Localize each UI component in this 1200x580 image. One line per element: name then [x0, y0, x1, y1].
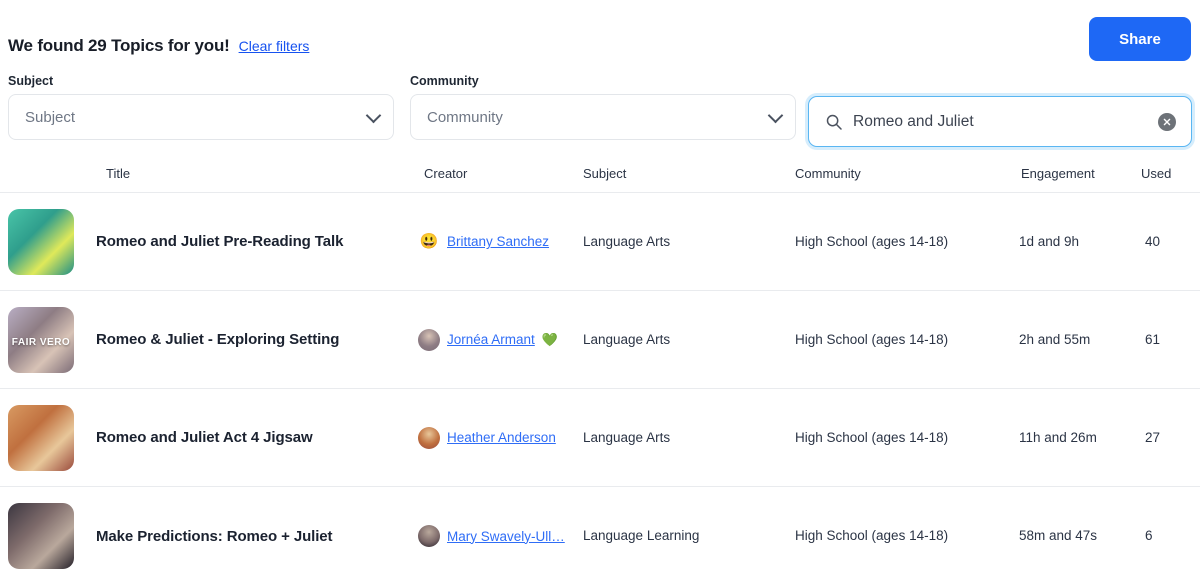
table-row[interactable]: Make Predictions: Romeo + Juliet Mary Swa… [0, 487, 1200, 580]
creator-link[interactable]: Jornéa Armant [447, 332, 535, 347]
avatar [418, 426, 440, 449]
avatar: 😃 [419, 233, 439, 250]
creator-link[interactable]: Brittany Sanchez [447, 234, 549, 249]
column-header-title: Title [106, 166, 131, 181]
topic-title[interactable]: Romeo and Juliet Act 4 Jigsaw [96, 429, 313, 446]
subject-select-value: Subject [25, 108, 76, 126]
avatar [418, 328, 440, 351]
engagement-value: 11h and 26m [1019, 429, 1097, 445]
cell-creator: Mary Swavely-Ull… [418, 525, 583, 547]
clear-filters-link[interactable]: Clear filters [239, 38, 310, 54]
cell-subject: Language Learning [583, 527, 795, 545]
subject-select[interactable]: Subject [8, 94, 394, 140]
engagement-value: 2h and 55m [1019, 331, 1091, 347]
cell-title: Romeo and Juliet Act 4 Jigsaw [8, 404, 418, 471]
page-title: We found 29 Topics for you! [8, 36, 230, 55]
community-value: High School (ages 14-18) [795, 331, 949, 347]
subject-value: Language Learning [583, 528, 700, 543]
cell-engagement: 58m and 47s [1011, 527, 1123, 545]
search-input[interactable]: Romeo and Juliet [808, 96, 1192, 147]
cell-engagement: 2h and 55m [1011, 331, 1123, 349]
cell-community: High School (ages 14-18) [795, 331, 1011, 349]
engagement-value: 1d and 9h [1019, 233, 1080, 249]
cell-title: Romeo and Juliet Pre-Reading Talk [8, 208, 418, 275]
cell-used: 61 [1123, 331, 1183, 349]
cell-community: High School (ages 14-18) [795, 233, 1011, 251]
chevron-down-icon [767, 107, 784, 124]
search-input-value: Romeo and Juliet [853, 112, 974, 130]
subject-value: Language Arts [583, 233, 671, 249]
community-value: High School (ages 14-18) [795, 528, 949, 543]
column-header-used: Used [1141, 166, 1172, 181]
avatar [418, 525, 440, 547]
creator-badge-icon: 💚 [541, 332, 558, 347]
used-value: 61 [1145, 331, 1161, 347]
cell-creator: 😃 Brittany Sanchez [418, 231, 583, 253]
share-button[interactable]: Share [1089, 17, 1191, 61]
cell-used: 27 [1123, 429, 1183, 447]
creator-link[interactable]: Heather Anderson [447, 430, 556, 445]
filters-bar: Subject Subject Community Community Rome… [0, 64, 1200, 147]
cell-engagement: 1d and 9h [1011, 233, 1123, 251]
results-header: We found 29 Topics for you! Clear filter… [8, 36, 309, 56]
cell-subject: Language Arts [583, 331, 795, 349]
cell-community: High School (ages 14-18) [795, 527, 1011, 545]
cell-creator: Jornéa Armant 💚 [418, 328, 583, 351]
cell-subject: Language Arts [583, 429, 795, 447]
subject-filter-label: Subject [8, 74, 54, 88]
cell-engagement: 11h and 26m [1011, 429, 1123, 447]
column-header-engagement: Engagement [1021, 166, 1095, 181]
topic-thumbnail[interactable]: FAIR VERO [8, 306, 74, 373]
search-field: Romeo and Juliet [808, 96, 1192, 147]
cell-creator: Heather Anderson [418, 426, 583, 449]
table-row[interactable]: FAIR VERO Romeo & Juliet - Exploring Sett… [0, 291, 1200, 389]
used-value: 27 [1145, 429, 1161, 445]
table-body: Romeo and Juliet Pre-Reading Talk 😃 Britta… [0, 193, 1200, 580]
topic-title[interactable]: Make Predictions: Romeo + Juliet [96, 528, 333, 545]
column-header-subject: Subject [583, 166, 627, 181]
used-value: 6 [1145, 528, 1153, 543]
cell-used: 6 [1123, 527, 1183, 545]
clear-search-icon[interactable] [1158, 112, 1176, 131]
topic-thumbnail[interactable] [8, 503, 74, 569]
community-value: High School (ages 14-18) [795, 429, 949, 445]
community-value: High School (ages 14-18) [795, 233, 949, 249]
results-table: Title Creator Subject Community Engageme… [0, 155, 1200, 580]
cell-used: 40 [1123, 233, 1183, 251]
topic-title[interactable]: Romeo and Juliet Pre-Reading Talk [96, 233, 343, 250]
topic-title[interactable]: Romeo & Juliet - Exploring Setting [96, 331, 339, 348]
table-header-row: Title Creator Subject Community Engageme… [0, 155, 1200, 193]
chevron-down-icon [365, 107, 382, 124]
subject-value: Language Arts [583, 429, 671, 445]
engagement-value: 58m and 47s [1019, 528, 1098, 543]
table-row[interactable]: Romeo and Juliet Pre-Reading Talk 😃 Britta… [0, 193, 1200, 291]
creator-link[interactable]: Mary Swavely-Ull… [447, 529, 565, 544]
cell-subject: Language Arts [583, 233, 795, 251]
thumbnail-overlay-text: FAIR VERO [11, 336, 71, 348]
community-filter: Community Community [410, 74, 796, 140]
community-filter-label: Community [410, 74, 479, 88]
topic-thumbnail[interactable] [8, 208, 74, 275]
cell-community: High School (ages 14-18) [795, 429, 1011, 447]
topic-thumbnail[interactable] [8, 404, 74, 471]
search-icon [826, 114, 842, 130]
cell-title: Make Predictions: Romeo + Juliet [8, 503, 418, 569]
community-select[interactable]: Community [410, 94, 796, 140]
subject-filter: Subject Subject [8, 74, 394, 140]
table-row[interactable]: Romeo and Juliet Act 4 Jigsaw Heather And… [0, 389, 1200, 487]
search-results-page: We found 29 Topics for you! Clear filter… [0, 0, 1200, 580]
column-header-community: Community [795, 166, 861, 181]
subject-value: Language Arts [583, 331, 671, 347]
used-value: 40 [1145, 233, 1161, 249]
column-header-creator: Creator [424, 166, 468, 181]
cell-title: FAIR VERO Romeo & Juliet - Exploring Sett… [8, 306, 418, 373]
community-select-value: Community [427, 108, 503, 126]
